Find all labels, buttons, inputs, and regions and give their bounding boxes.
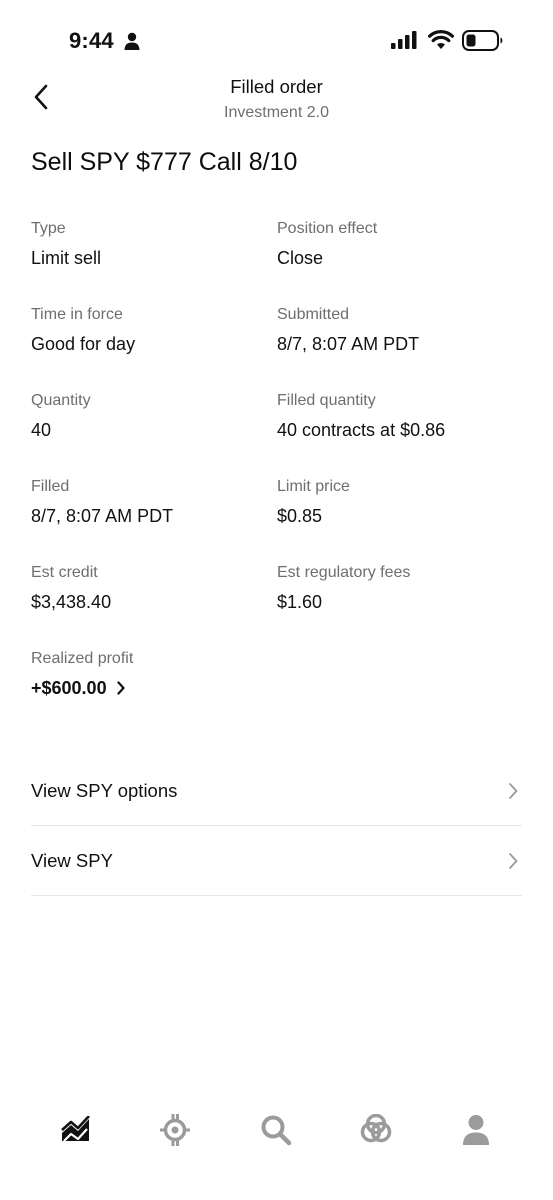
detail-value: $1.60 <box>277 592 323 612</box>
detail-est-credit: Est credit $3,438.40 <box>31 563 271 613</box>
header-title: Filled order <box>230 76 323 97</box>
detail-quantity: Quantity 40 <box>31 391 271 441</box>
detail-value: 8/7, 8:07 AM PDT <box>277 334 420 354</box>
wifi-icon <box>428 30 454 49</box>
detail-label: Type <box>31 220 66 237</box>
status-bar: 9:44 <box>0 0 553 80</box>
options-icon <box>160 1114 190 1146</box>
chevron-right-icon <box>116 681 125 695</box>
detail-value: $3,438.40 <box>31 592 112 612</box>
detail-label: Quantity <box>31 392 91 409</box>
link-label: View SPY <box>31 849 113 871</box>
detail-label: Est credit <box>31 564 98 581</box>
detail-filled-quantity: Filled quantity 40 contracts at $0.86 <box>277 391 517 441</box>
detail-value: 40 <box>31 420 52 440</box>
detail-label: Time in force <box>31 306 123 323</box>
detail-time-in-force: Time in force Good for day <box>31 305 271 355</box>
detail-label: Limit price <box>277 478 350 495</box>
link-label: View SPY options <box>31 779 178 801</box>
detail-value: Limit sell <box>31 248 102 268</box>
detail-est-regulatory-fees: Est regulatory fees $1.60 <box>277 563 517 613</box>
detail-label: Filled <box>31 478 70 495</box>
detail-type: Type Limit sell <box>31 219 271 269</box>
detail-label: Position effect <box>277 220 378 237</box>
detail-value: 8/7, 8:07 AM PDT <box>31 506 174 526</box>
detail-label: Submitted <box>277 306 350 323</box>
realized-profit-value: +$600.00 <box>31 678 107 698</box>
network-icon <box>360 1114 392 1143</box>
order-title: Sell SPY $777 Call 8/10 <box>31 148 298 176</box>
detail-value: $0.85 <box>277 506 323 526</box>
nav-header: Filled order Investment 2.0 <box>0 70 553 130</box>
detail-label: Est regulatory fees <box>277 564 411 581</box>
detail-value: 40 contracts at $0.86 <box>277 420 446 440</box>
header-subtitle: Investment 2.0 <box>224 104 329 121</box>
search-icon <box>261 1115 292 1146</box>
tab-bar <box>0 1100 553 1160</box>
detail-value: Good for day <box>31 334 136 354</box>
detail-label: Filled quantity <box>277 392 376 409</box>
detail-realized-profit: Realized profit +$600.00 <box>31 649 271 699</box>
detail-filled: Filled 8/7, 8:07 AM PDT <box>31 477 271 527</box>
tab-network[interactable] <box>356 1110 396 1150</box>
detail-submitted: Submitted 8/7, 8:07 AM PDT <box>277 305 517 355</box>
status-time: 9:44 <box>69 28 114 53</box>
detail-label: Realized profit <box>31 650 134 667</box>
cellular-signal-icon <box>391 31 417 49</box>
chevron-right-icon <box>509 852 518 869</box>
chart-icon <box>61 1116 90 1142</box>
account-icon <box>463 1115 489 1145</box>
chevron-right-icon <box>509 782 518 799</box>
tab-search[interactable] <box>256 1110 296 1150</box>
tab-account[interactable] <box>456 1110 496 1150</box>
detail-limit-price: Limit price $0.85 <box>277 477 517 527</box>
realized-profit-link[interactable]: +$600.00 <box>31 677 126 699</box>
view-spy-row[interactable]: View SPY <box>31 826 522 896</box>
tab-investing[interactable] <box>56 1110 96 1150</box>
detail-value: Close <box>277 248 324 268</box>
detail-position-effect: Position effect Close <box>277 219 517 269</box>
battery-icon <box>462 30 503 51</box>
view-spy-options-row[interactable]: View SPY options <box>31 756 522 826</box>
tab-options[interactable] <box>155 1110 195 1150</box>
person-icon <box>124 32 140 50</box>
